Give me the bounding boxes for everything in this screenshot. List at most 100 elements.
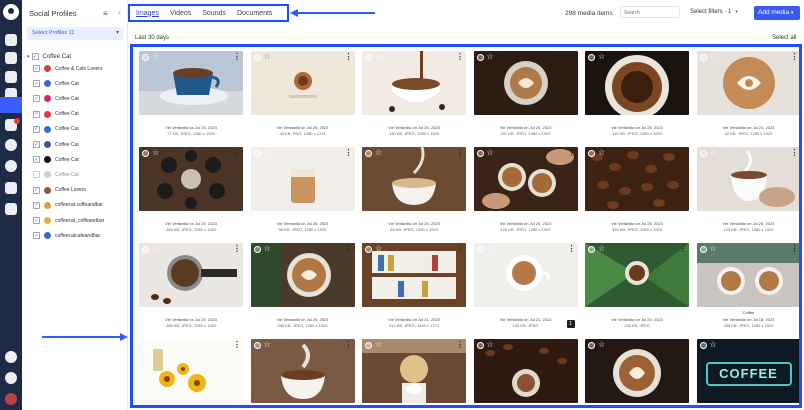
profile-checkbox[interactable] xyxy=(33,171,40,179)
select-checkbox[interactable] xyxy=(142,342,149,349)
more-options-icon[interactable]: ⋮ xyxy=(791,148,799,157)
collapse-icon[interactable]: ‹ xyxy=(118,8,121,17)
star-icon[interactable]: ☆ xyxy=(152,52,159,61)
select-checkbox[interactable] xyxy=(365,246,372,253)
profile-checkbox[interactable]: ✓ xyxy=(33,186,40,194)
select-checkbox[interactable] xyxy=(588,150,595,157)
media-card[interactable]: ☆ ⋮ Vie Vertanilla on Jul 25, 2023 45 KB, P… xyxy=(250,51,355,139)
profile-item[interactable]: ✓ coffeecat.coffeandbar xyxy=(33,199,103,212)
tab-documents[interactable]: Documents xyxy=(237,10,272,17)
media-card[interactable]: ☆ ⋮ Coffee Vie Vertanilla on Jul 18, 2023 26… xyxy=(696,243,799,331)
star-icon[interactable]: ☆ xyxy=(152,148,159,157)
select-checkbox[interactable] xyxy=(142,54,149,61)
media-card[interactable]: ☆ ⋮ Vie Vertanilla on Jul 25, 2023 123 KB, … xyxy=(696,147,799,235)
home-icon[interactable] xyxy=(5,34,17,46)
add-media-button[interactable]: Add media ▾ xyxy=(754,6,800,20)
search-input[interactable] xyxy=(624,10,676,16)
select-checkbox[interactable] xyxy=(142,150,149,157)
select-checkbox[interactable] xyxy=(365,54,372,61)
calendar-icon[interactable] xyxy=(5,71,17,83)
select-checkbox[interactable] xyxy=(365,150,372,157)
profile-item[interactable]: Coffee Cat xyxy=(33,168,79,181)
star-icon[interactable]: ☆ xyxy=(375,244,382,253)
star-icon[interactable]: ☆ xyxy=(487,52,494,61)
more-options-icon[interactable]: ⋮ xyxy=(568,244,576,253)
star-icon[interactable]: ☆ xyxy=(264,340,271,349)
user-avatar[interactable] xyxy=(5,393,17,405)
more-options-icon[interactable]: ⋮ xyxy=(345,148,353,157)
star-icon[interactable]: ☆ xyxy=(710,244,717,253)
media-card[interactable]: ☆ ⋮ Vie Vertanilla on Jul 25, 2023 120 KB, … xyxy=(473,147,578,235)
media-card[interactable]: ☆ ⋮ xyxy=(250,339,355,405)
profile-checkbox[interactable]: ✓ xyxy=(33,232,40,240)
profile-item[interactable]: ✓ Coffee Cat xyxy=(33,92,79,105)
media-card[interactable]: ☆ ⋮ Vie Vertanilla on Jul 20, 2023 133 KB, … xyxy=(585,243,689,331)
star-icon[interactable]: ☆ xyxy=(598,52,605,61)
more-options-icon[interactable]: ⋮ xyxy=(233,52,241,61)
filter-icon[interactable]: ≡ xyxy=(103,9,108,18)
document-icon[interactable] xyxy=(5,203,17,215)
star-icon[interactable]: ☆ xyxy=(152,340,159,349)
select-checkbox[interactable] xyxy=(588,54,595,61)
more-options-icon[interactable]: ⋮ xyxy=(456,52,464,61)
star-icon[interactable]: ☆ xyxy=(264,148,271,157)
select-checkbox[interactable] xyxy=(253,342,261,349)
more-options-icon[interactable]: ⋮ xyxy=(345,52,353,61)
profile-item[interactable]: ✓ Coffee Cat xyxy=(33,138,79,151)
more-options-icon[interactable]: ⋮ xyxy=(791,340,799,349)
profile-item[interactable]: ✓ coffeecat_coffeandbar xyxy=(33,214,104,227)
profile-item[interactable]: ✓ Coffee Cat xyxy=(33,77,79,90)
more-options-icon[interactable]: ⋮ xyxy=(233,148,241,157)
select-all-link[interactable]: Select all xyxy=(772,35,796,41)
profile-checkbox[interactable]: ✓ xyxy=(33,217,40,224)
app-logo-icon[interactable] xyxy=(3,4,19,20)
media-card[interactable]: ☆ ⋮ xyxy=(473,339,578,405)
help-icon[interactable] xyxy=(5,372,17,384)
profile-item[interactable]: ✓ Coffee Cat xyxy=(33,153,79,166)
profile-checkbox[interactable]: ✓ xyxy=(33,95,40,103)
star-icon[interactable]: ☆ xyxy=(487,340,494,349)
select-profiles-dropdown[interactable]: Select Profiles 11 ▾ xyxy=(27,27,123,40)
select-checkbox[interactable] xyxy=(588,342,595,349)
star-icon[interactable]: ☆ xyxy=(710,340,717,349)
tab-sounds[interactable]: Sounds xyxy=(202,10,226,17)
media-card[interactable]: ☆⋮2 xyxy=(139,339,243,405)
more-options-icon[interactable]: ⋮ xyxy=(568,340,576,349)
star-icon[interactable]: ☆ xyxy=(598,244,605,253)
profile-checkbox[interactable]: ✓ xyxy=(33,65,40,72)
group-checkbox[interactable]: ✓ xyxy=(31,53,39,60)
select-checkbox[interactable] xyxy=(476,246,484,253)
tab-videos[interactable]: Videos xyxy=(170,10,191,17)
more-options-icon[interactable]: ⋮ xyxy=(791,52,799,61)
search-field[interactable] xyxy=(620,6,680,18)
more-options-icon[interactable]: ⋮ xyxy=(679,340,687,349)
media-card[interactable]: ☆ ⋮ Vie Vertanilla on Jul 20, 2023 265 KB, … xyxy=(139,243,243,331)
media-card[interactable]: ☆ ⋮ Vie Vertanilla on Jul 25, 2023 208 KB, … xyxy=(250,243,355,331)
star-icon[interactable]: ☆ xyxy=(487,148,494,157)
star-icon[interactable]: ☆ xyxy=(264,244,271,253)
media-card[interactable]: ☆ ⋮ Vie Vertanilla on Jul 25, 2023 130 KB, … xyxy=(362,51,466,139)
chevron-down-icon[interactable]: ▾ xyxy=(27,54,30,60)
select-checkbox[interactable] xyxy=(253,54,261,61)
star-icon[interactable]: ☆ xyxy=(375,340,382,349)
star-icon[interactable]: ☆ xyxy=(598,340,605,349)
profile-checkbox[interactable]: ✓ xyxy=(33,125,40,133)
profile-checkbox[interactable]: ✓ xyxy=(33,201,40,209)
profile-item[interactable]: ✓ coffeecatcafeandbar xyxy=(33,229,100,242)
more-options-icon[interactable]: ⋮ xyxy=(233,340,241,349)
select-checkbox[interactable] xyxy=(253,246,261,253)
media-card[interactable]: COFFEE ☆ ⋮ xyxy=(696,339,799,405)
send-icon[interactable] xyxy=(5,52,17,64)
profile-item[interactable]: ✓ Coffee Lovers xyxy=(33,184,86,197)
star-icon[interactable]: ☆ xyxy=(598,148,605,157)
profile-item[interactable]: ✓ Coffee Cat xyxy=(33,123,79,136)
media-library-icon[interactable] xyxy=(0,97,22,113)
profile-item[interactable]: ✓ Coffee Cat xyxy=(33,108,79,121)
more-options-icon[interactable]: ⋮ xyxy=(456,340,464,349)
media-card[interactable]: ☆ ⋮ Vie Vertanilla on Jul 25, 2023 283 KB, … xyxy=(139,147,243,235)
select-checkbox[interactable] xyxy=(699,246,707,253)
profile-item[interactable]: ✓ Coffee & Cats Lovers xyxy=(33,62,102,75)
select-checkbox[interactable] xyxy=(253,150,261,157)
media-card[interactable]: ☆ ⋮ Vie Vertanilla on Jul 25, 2023 77 KB, J… xyxy=(139,51,243,139)
more-options-icon[interactable]: ⋮ xyxy=(568,52,576,61)
